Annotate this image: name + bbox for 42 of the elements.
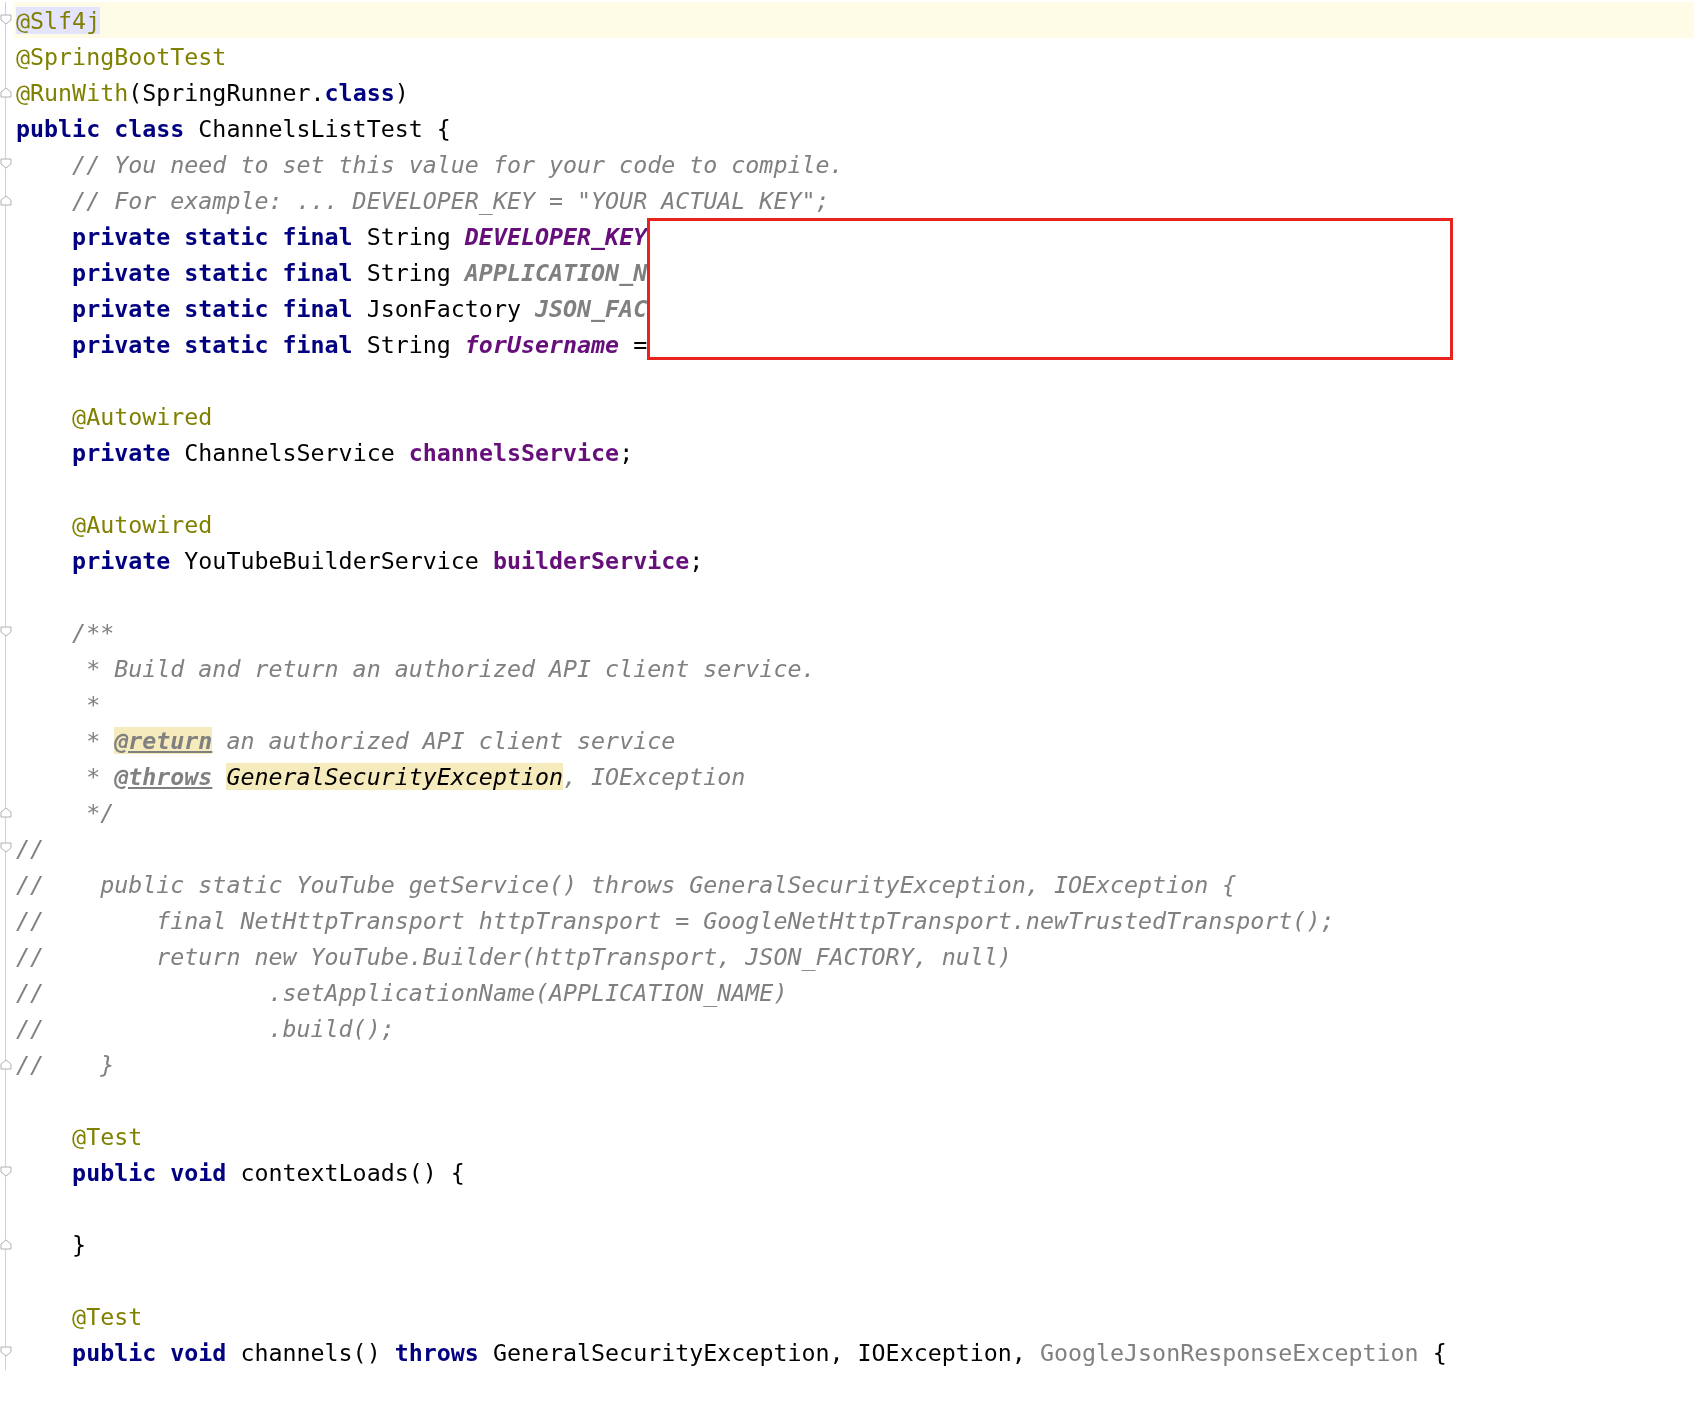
unfold-icon[interactable] [0, 194, 12, 206]
code-line: // You need to set this value for your code to compile. [71, 149, 845, 180]
code-line: private static final String forUsername = [71, 329, 649, 360]
code-line: private static final String APPLICATION_N [71, 257, 649, 288]
code-line: // public static YouTube getService() throws GeneralSecurityException, IOException { [15, 869, 1238, 900]
fold-icon[interactable] [0, 1346, 12, 1358]
code-line: public void contextLoads() { [71, 1157, 466, 1188]
code-line: } [71, 1229, 88, 1260]
code-line: // For example: ... DEVELOPER_KEY = "YOUR ACTUAL KEY"; [71, 185, 831, 217]
code-line: @Test [71, 1301, 144, 1332]
code-line: public void channels() throws GeneralSecurityException, IOException, GoogleJsonResponseException { [71, 1337, 1448, 1368]
code-line: private static final JsonFactory JSON_FAC [71, 293, 649, 324]
code-line: private ChannelsService channelsService; [71, 437, 635, 468]
fold-icon[interactable] [0, 842, 12, 854]
code-line: * @throws GeneralSecurityException, IOException [85, 761, 747, 792]
fold-icon[interactable] [0, 1166, 12, 1178]
code-line: @Test [71, 1121, 144, 1152]
code-line: // .setApplicationName(APPLICATION_NAME) [15, 977, 789, 1009]
code-line: public class ChannelsListTest { [15, 113, 452, 144]
code-line: private YouTubeBuilderService builderService; [71, 545, 705, 576]
code-line: private static final String DEVELOPER_KEY [71, 221, 649, 252]
code-line: */ [85, 797, 116, 828]
unfold-icon[interactable] [0, 1058, 12, 1070]
code-line: * [85, 689, 102, 720]
code-line: // } [15, 1049, 116, 1080]
fold-icon[interactable] [0, 14, 12, 26]
code-line: /** [71, 617, 116, 648]
code-line: // .build(); [15, 1013, 396, 1044]
fold-icon[interactable] [0, 158, 12, 170]
code-line: // return new YouTube.Builder(httpTransport, JSON_FACTORY, null) [15, 941, 1013, 973]
code-line: @Autowired [71, 401, 214, 432]
unfold-icon[interactable] [0, 86, 12, 98]
fold-icon[interactable] [0, 626, 12, 638]
code-line: // [15, 833, 46, 864]
unfold-icon[interactable] [0, 1238, 12, 1250]
code-line: @SpringBootTest [15, 41, 228, 72]
unfold-icon[interactable] [0, 806, 12, 818]
code-line: @Autowired [71, 509, 214, 540]
code-line: * @return an authorized API client service [85, 725, 677, 756]
code-line: * Build and return an authorized API client service. [85, 653, 817, 684]
code-line: // final NetHttpTransport httpTransport = GoogleNetHttpTransport.newTrustedTransport(); [15, 905, 1336, 936]
code-line: @RunWith(SpringRunner.class) [15, 77, 410, 108]
